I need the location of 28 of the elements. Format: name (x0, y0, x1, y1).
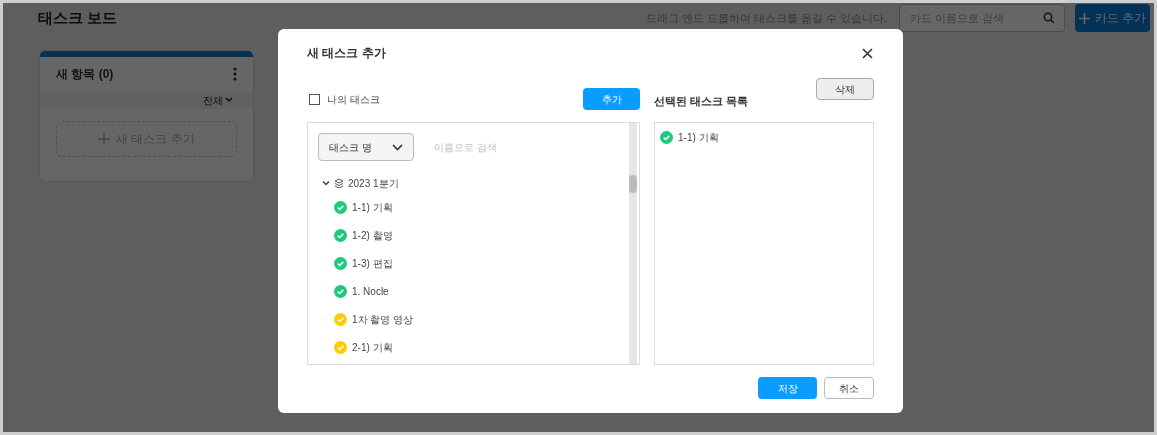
task-item[interactable]: 2-1) 기획 (322, 333, 639, 361)
page-title: 태스크 보드 (38, 7, 118, 28)
checkbox-label: 나의 태스크 (327, 92, 380, 107)
chevron-down-icon (322, 179, 330, 187)
dialog-title: 새 태스크 추가 (307, 45, 386, 62)
more-icon[interactable] (233, 67, 237, 81)
task-item[interactable]: 1-1) 기획 (322, 193, 639, 221)
cancel-button[interactable]: 취소 (824, 377, 874, 399)
task-item[interactable]: 1. Nocle (322, 277, 639, 305)
layers-icon (334, 177, 344, 189)
search-field[interactable]: 이름으로 검색 (434, 139, 584, 155)
plus-icon (98, 133, 111, 145)
selected-list-title: 선택된 태스크 목록 (654, 93, 749, 109)
task-item[interactable]: 1-3) 편집 (322, 249, 639, 277)
filter-dropdown[interactable]: 태스크 명 (318, 133, 414, 161)
plus-icon (1078, 12, 1090, 24)
task-item[interactable]: 1차 촬영 영상 (322, 305, 639, 333)
scrollbar[interactable] (629, 123, 637, 364)
chevron-down-icon (225, 97, 233, 103)
delete-button[interactable]: 삭제 (816, 78, 874, 100)
column-title: 새 항목 (0) (56, 66, 114, 83)
selected-task-item[interactable]: 1-1) 기획 (660, 129, 873, 145)
checkbox[interactable] (309, 93, 320, 105)
task-item[interactable]: 1-2) 촬영 (322, 221, 639, 249)
chevron-down-icon (392, 143, 403, 151)
search-icon (1043, 12, 1055, 24)
tree-group[interactable]: 2023 1분기 (322, 173, 639, 193)
close-icon[interactable] (862, 47, 873, 59)
